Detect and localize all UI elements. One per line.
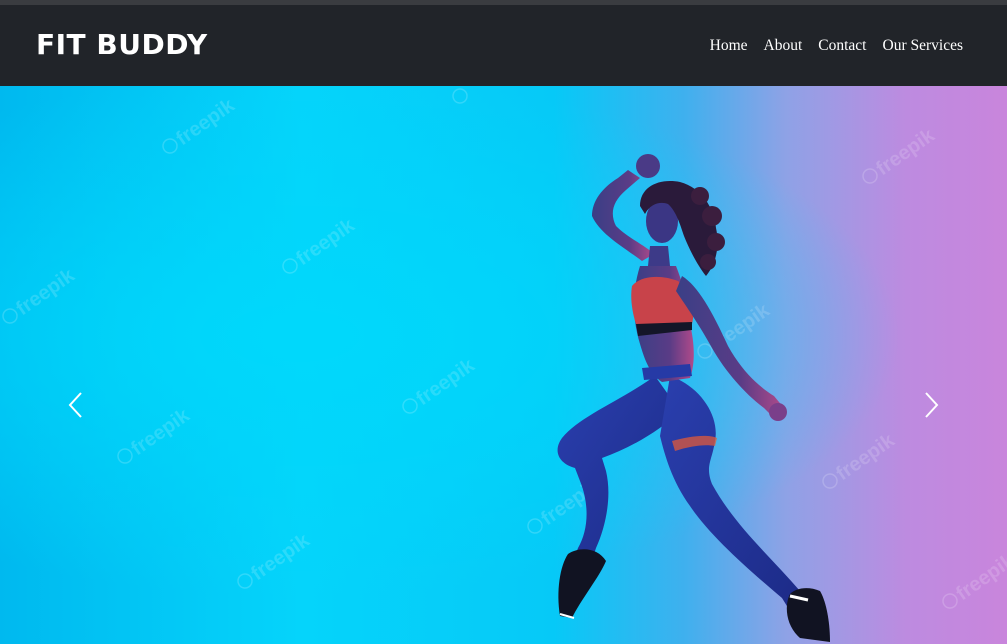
navbar: FIT BUDDY Home About Contact Our Service… <box>0 5 1007 86</box>
svg-text:freepik: freepik <box>127 404 194 460</box>
svg-text:freepik: freepik <box>12 264 79 320</box>
svg-text:freepik: freepik <box>292 214 359 270</box>
athlete-figure <box>557 154 830 642</box>
nav-link-contact[interactable]: Contact <box>818 37 866 55</box>
svg-text:freepik: freepik <box>172 94 239 150</box>
svg-text:freepik: freepik <box>872 124 939 180</box>
watermark-text: freepik freepik freepik freepik freepik … <box>12 94 1007 605</box>
svg-text:freepik: freepik <box>832 429 899 485</box>
svg-text:freepik: freepik <box>247 529 314 585</box>
brand-logo[interactable]: FIT BUDDY <box>36 29 208 61</box>
svg-text:freepik: freepik <box>952 549 1007 605</box>
svg-text:freepik: freepik <box>412 354 479 410</box>
nav-link-about[interactable]: About <box>764 37 803 55</box>
watermark-pattern <box>2 88 958 609</box>
hero-carousel: freepik freepik freepik freepik freepik … <box>0 86 1007 644</box>
nav-link-home[interactable]: Home <box>710 37 748 55</box>
chevron-right-icon <box>925 392 939 418</box>
hero-image: freepik freepik freepik freepik freepik … <box>2 88 1007 642</box>
nav-link-our-services[interactable]: Our Services <box>883 37 964 55</box>
chevron-left-icon <box>68 392 82 418</box>
carousel-next-button[interactable] <box>921 390 941 420</box>
nav-menu: Home About Contact Our Services <box>710 37 963 55</box>
carousel-prev-button[interactable] <box>66 390 86 420</box>
